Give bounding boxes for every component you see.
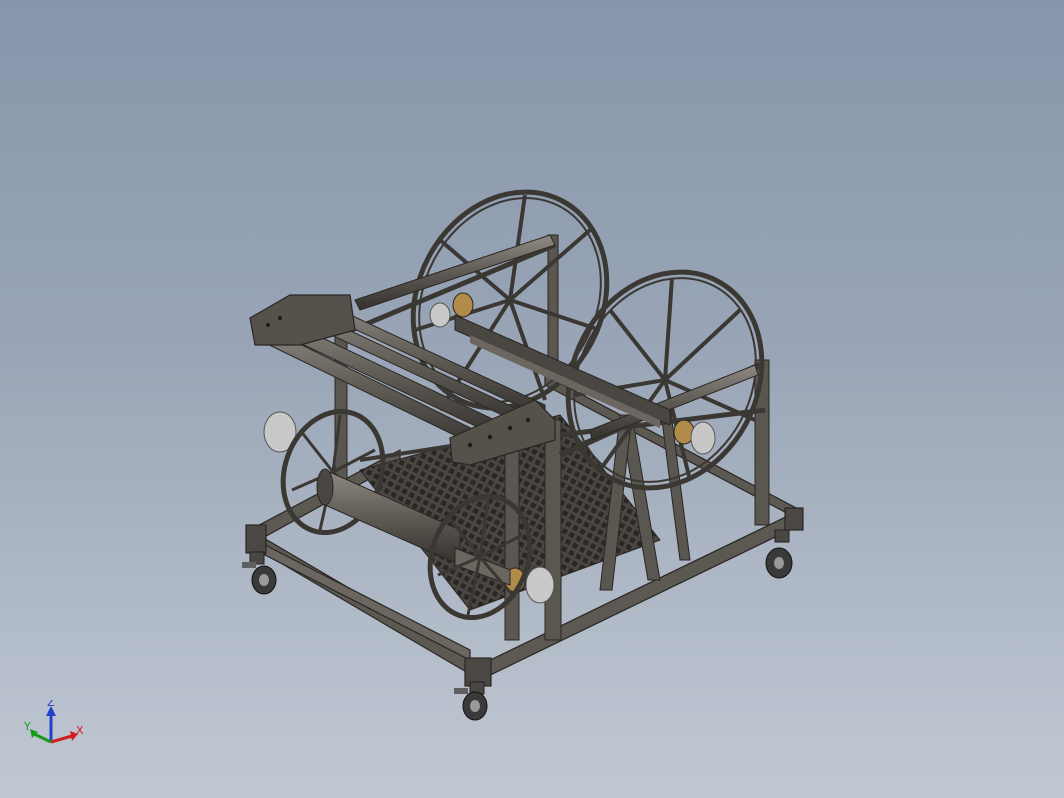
z-label: Z: [47, 700, 55, 709]
y-axis: [33, 732, 52, 744]
graphics-viewport[interactable]: Z X Y: [0, 0, 1064, 798]
orientation-triad[interactable]: Z X Y: [18, 700, 88, 760]
y-label: Y: [23, 720, 31, 733]
x-axis: [50, 734, 73, 744]
caster-front: [454, 681, 488, 721]
cable-reel-cart-model[interactable]: [0, 0, 1064, 798]
x-label: X: [76, 724, 84, 737]
